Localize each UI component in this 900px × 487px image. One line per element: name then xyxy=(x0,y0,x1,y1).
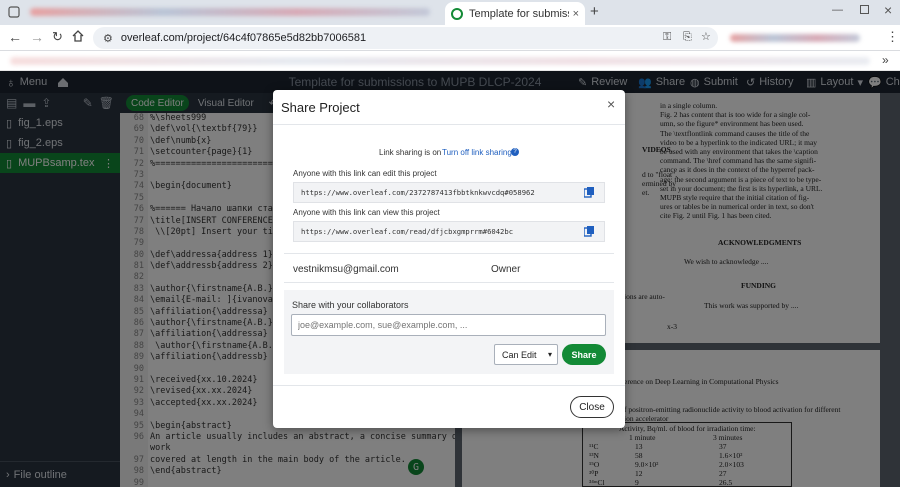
home-icon[interactable] xyxy=(72,30,84,45)
share-project-modal: Share Project × Link sharing is on Turn … xyxy=(273,90,625,428)
maximize-icon[interactable] xyxy=(860,5,869,14)
close-button[interactable]: Close xyxy=(570,396,614,418)
permission-value: Can Edit xyxy=(502,349,537,360)
bookmark-star-icon[interactable]: ☆ xyxy=(701,30,711,43)
view-link-box[interactable]: https://www.overleaf.com/read/dfjcbxgmpr… xyxy=(293,221,605,242)
tab-close-icon[interactable]: × xyxy=(573,8,579,20)
new-tab-button[interactable]: + xyxy=(590,3,599,20)
url-text: overleaf.com/project/64c4f07865e5d82bb70… xyxy=(120,32,367,44)
tab-title: Template for submissions to MI xyxy=(469,7,569,20)
divider xyxy=(284,253,614,254)
link-sharing-status: Link sharing is on xyxy=(379,148,442,157)
window-close-icon[interactable]: × xyxy=(884,2,892,18)
blurred-bookmarks xyxy=(10,57,870,65)
edit-link-label: Anyone with this link can edit this proj… xyxy=(293,169,437,178)
share-button[interactable]: Share xyxy=(562,344,606,365)
translate-icon[interactable]: ⎘ xyxy=(683,31,692,44)
active-tab[interactable]: Template for submissions to MI × xyxy=(445,2,585,25)
view-link-label: Anyone with this link can view this proj… xyxy=(293,208,440,217)
turn-off-link-sharing-link[interactable]: Turn off link sharing xyxy=(442,148,512,157)
blurred-tabs xyxy=(30,8,430,16)
divider xyxy=(273,124,625,125)
permission-select[interactable]: Can Edit ▾ xyxy=(494,344,558,365)
bookmarks-more[interactable]: » xyxy=(882,53,889,67)
modal-title: Share Project xyxy=(281,100,360,115)
tab-strip: Template for submissions to MI × + — × xyxy=(0,0,900,25)
divider xyxy=(273,385,625,386)
copy-icon[interactable] xyxy=(584,226,594,237)
modal-close-icon[interactable]: × xyxy=(607,96,615,112)
overleaf-favicon-icon xyxy=(451,7,463,20)
site-info-icon[interactable]: ⚙ xyxy=(103,32,113,45)
chevron-down-icon: ▾ xyxy=(547,350,552,359)
collaborators-label: Share with your collaborators xyxy=(292,300,409,310)
browser-menu-icon[interactable]: ⋮ xyxy=(886,29,899,45)
collaborator-email-input[interactable] xyxy=(291,314,606,336)
collaborators-section: Share with your collaborators Can Edit ▾… xyxy=(284,290,614,374)
address-bar-row: ← → ↻ ⚙ overleaf.com/project/64c4f07865e… xyxy=(0,25,900,51)
owner-role: Owner xyxy=(491,264,521,275)
copy-icon[interactable] xyxy=(584,187,594,198)
reload-icon[interactable]: ↻ xyxy=(52,29,63,45)
view-link-url: https://www.overleaf.com/read/dfjcbxgmpr… xyxy=(301,227,514,236)
edit-link-url: https://www.overleaf.com/2372787413fbbtk… xyxy=(301,188,535,197)
back-icon[interactable]: ← xyxy=(8,29,22,45)
forward-icon[interactable]: → xyxy=(30,29,44,45)
password-key-icon[interactable]: ⚿ xyxy=(663,31,671,44)
tab-search-icon[interactable] xyxy=(8,6,20,18)
minimize-icon[interactable]: — xyxy=(832,4,843,16)
help-icon[interactable]: ? xyxy=(511,148,519,156)
edit-link-box[interactable]: https://www.overleaf.com/2372787413fbbtk… xyxy=(293,182,605,203)
blurred-extensions xyxy=(730,34,860,42)
owner-email: vestnikmsu@gmail.com xyxy=(293,264,399,275)
url-field[interactable]: ⚙ overleaf.com/project/64c4f07865e5d82bb… xyxy=(93,27,718,49)
bookmarks-bar: » xyxy=(0,51,900,71)
divider xyxy=(284,282,614,283)
